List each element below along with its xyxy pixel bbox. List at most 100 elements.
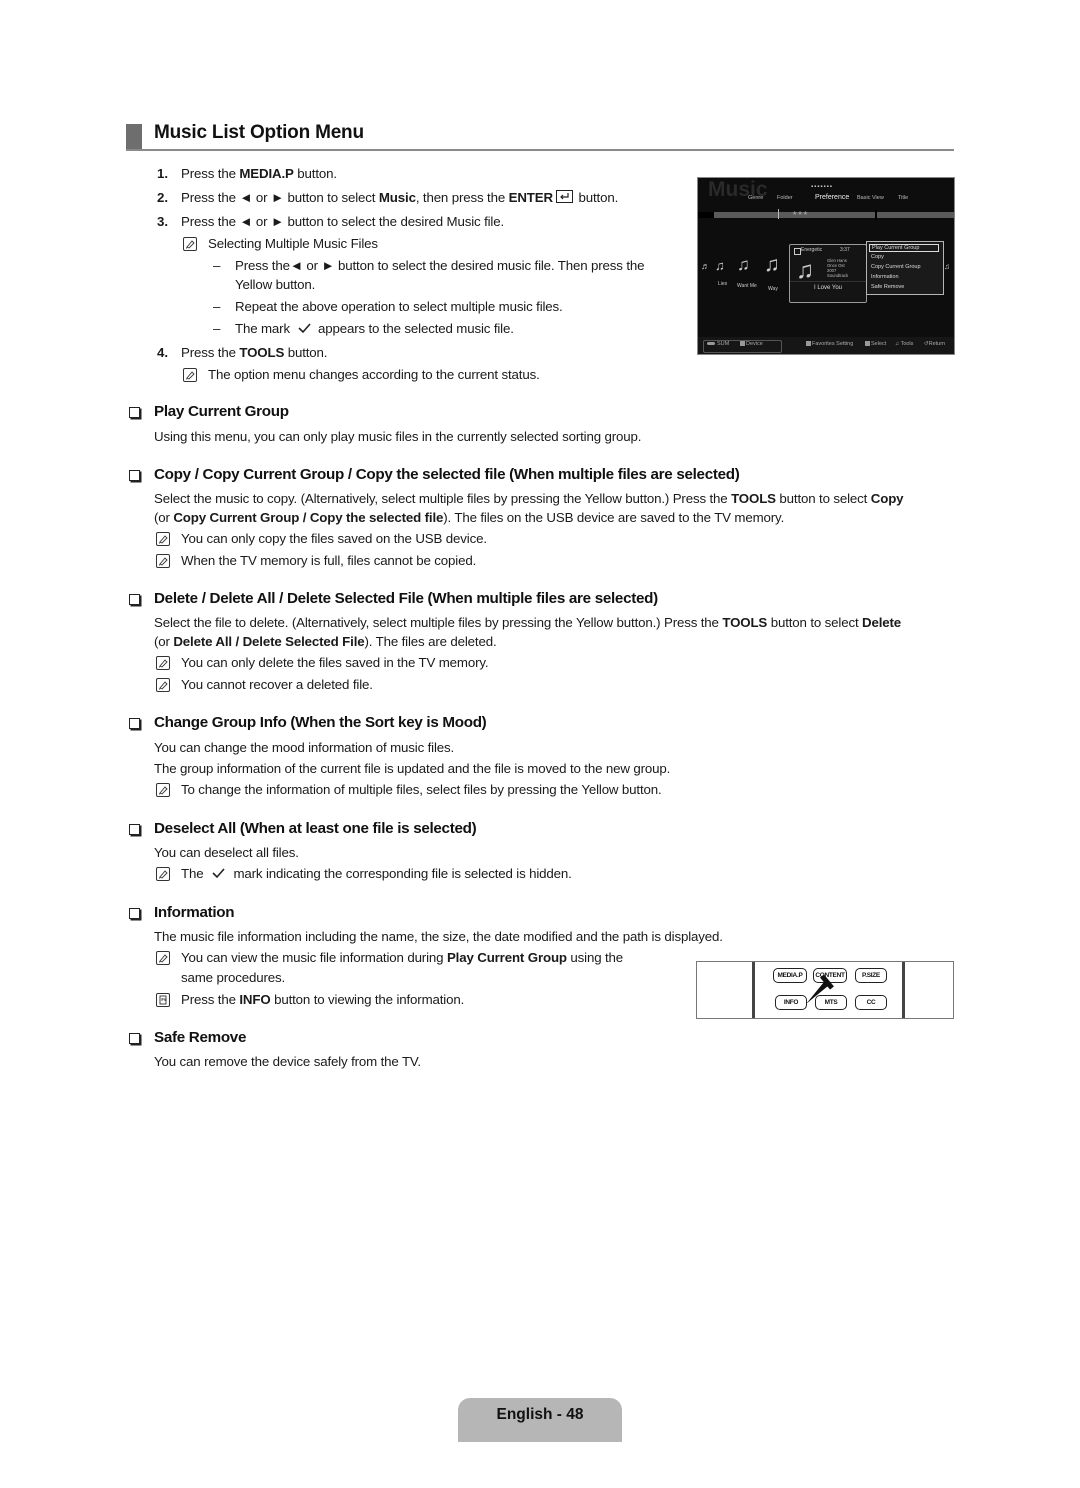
bold-text: TOOLS <box>731 491 776 506</box>
section-body: You can change the mood information of m… <box>154 740 455 755</box>
note-text: When the TV memory is full, files cannot… <box>181 553 477 568</box>
text: using the <box>566 950 624 965</box>
divider <box>902 962 905 1018</box>
track-label: Lies <box>718 281 728 287</box>
text: ). The files are deleted. <box>364 634 497 649</box>
bold-text: MEDIA.P <box>239 166 294 181</box>
text: appears to the selected music file. <box>317 321 514 336</box>
note-icon <box>156 656 170 670</box>
note-text: You cannot recover a deleted file. <box>181 677 373 692</box>
note-text: You can only copy the files saved on the… <box>181 531 487 546</box>
section-heading: Delete / Delete All / Delete Selected Fi… <box>154 590 658 607</box>
text: Favorites Setting <box>812 341 854 347</box>
checkmark-icon <box>210 867 226 879</box>
bold-text: Copy Current Group / Copy the selected f… <box>173 510 444 525</box>
text: Select the file to delete. (Alternativel… <box>154 615 723 630</box>
pointer-arrow-icon <box>806 974 834 1004</box>
page-footer-tab: English - 48 <box>458 1398 622 1442</box>
text: You can view the music file information … <box>181 950 447 965</box>
checkmark-icon <box>296 322 312 334</box>
tv-bar-left <box>698 212 714 218</box>
music-note-icon: ♫ <box>944 262 950 271</box>
note-icon <box>156 951 170 965</box>
section-bullet <box>129 1033 140 1044</box>
enter-icon <box>555 190 573 203</box>
section-body: Using this menu, you can only play music… <box>154 429 642 444</box>
note-text: To change the information of multiple fi… <box>181 782 662 797</box>
tv-bar-marker <box>778 209 779 219</box>
substep-text: The mark appears to the selected music fi… <box>235 321 514 337</box>
section-heading: Information <box>154 904 235 921</box>
bold-text: Delete <box>862 615 902 630</box>
menu-item-safe-remove[interactable]: Safe Remove <box>871 284 904 290</box>
text: button to viewing the information. <box>270 992 465 1007</box>
section-heading: Safe Remove <box>154 1029 247 1046</box>
text: Select the music to copy. (Alternatively… <box>154 491 732 506</box>
text: The <box>181 866 204 881</box>
text: (or <box>154 634 174 649</box>
text: button to select <box>767 615 863 630</box>
select-label: Select <box>865 341 886 347</box>
tv-tab: Genre <box>748 195 764 201</box>
section-heading: Play Current Group <box>154 403 289 420</box>
rating-stars: ★★★ <box>792 211 809 217</box>
favorites-label: Favorites Setting <box>806 341 853 347</box>
text: Return <box>928 341 946 347</box>
tools-label: ♫ Tools <box>895 341 913 347</box>
square-icon <box>865 341 870 347</box>
text: button. <box>574 190 619 205</box>
cc-button[interactable]: CC <box>855 995 887 1010</box>
section-body: Select the file to delete. (Alternativel… <box>154 615 901 631</box>
text: The mark <box>235 321 290 336</box>
track-label: Way <box>768 286 778 292</box>
text: SUM <box>717 341 730 347</box>
section-body: You can remove the device safely from th… <box>154 1054 421 1069</box>
duration: 3:37 <box>840 247 850 253</box>
mood-label: Energetic <box>801 247 823 253</box>
checkbox-icon <box>794 248 801 255</box>
section-body: You can deselect all files. <box>154 845 299 860</box>
tv-tab: Title <box>898 195 909 201</box>
section-bullet <box>129 470 140 481</box>
note-text: Press the INFO button to viewing the inf… <box>181 992 464 1008</box>
text: , then press the <box>415 190 509 205</box>
note-icon <box>156 554 170 568</box>
title-marker <box>126 124 142 150</box>
track-label: Want Me <box>737 283 757 289</box>
step-2-text: Press the ◄ or ► button to select Music,… <box>181 190 618 206</box>
step-number: 1. <box>157 166 169 181</box>
bold-text: TOOLS <box>239 345 285 360</box>
bold-text: Copy <box>870 491 904 506</box>
tv-tab: Folder <box>777 195 793 201</box>
note-icon <box>183 237 197 251</box>
text: Device <box>746 341 763 347</box>
meta-line: Soundtrack <box>827 273 849 278</box>
p-size-button[interactable]: P.SIZE <box>855 968 887 983</box>
section-heading: Change Group Info (When the Sort key is … <box>154 714 487 731</box>
tv-tab: Basic View <box>857 195 884 201</box>
step-4-text: Press the TOOLS button. <box>181 345 328 361</box>
step-number: 3. <box>157 214 169 229</box>
menu-item-play-current-group[interactable]: Play Current Group <box>869 244 939 252</box>
page-number: English - 48 <box>496 1406 584 1423</box>
section-bullet <box>129 908 140 919</box>
track-meta: Glen Hans Once Ost 2007 Soundtrack <box>827 258 848 278</box>
note-icon <box>156 867 170 881</box>
section-body: (or Copy Current Group / Copy the select… <box>154 510 784 526</box>
menu-item-copy[interactable]: Copy <box>871 254 884 260</box>
text: Select <box>871 341 887 347</box>
substep-text: Press the◄ or ► button to select the des… <box>235 258 645 273</box>
music-note-icon: ♫ <box>715 258 725 273</box>
section-body: (or Delete All / Delete Selected File). … <box>154 634 497 650</box>
bold-text: INFO <box>239 992 271 1007</box>
note-text: same procedures. <box>181 970 286 985</box>
tv-tab-active: Preference <box>815 194 850 201</box>
device-label: Device <box>740 341 763 347</box>
dash: – <box>213 258 221 273</box>
music-note-icon: ♬ <box>701 261 710 271</box>
menu-item-copy-current-group[interactable]: Copy Current Group <box>871 264 921 270</box>
square-icon <box>740 341 745 347</box>
menu-item-information[interactable]: Information <box>871 274 899 280</box>
section-heading: Deselect All (When at least one file is … <box>154 820 477 837</box>
section-heading: Copy / Copy Current Group / Copy the sel… <box>154 466 740 483</box>
